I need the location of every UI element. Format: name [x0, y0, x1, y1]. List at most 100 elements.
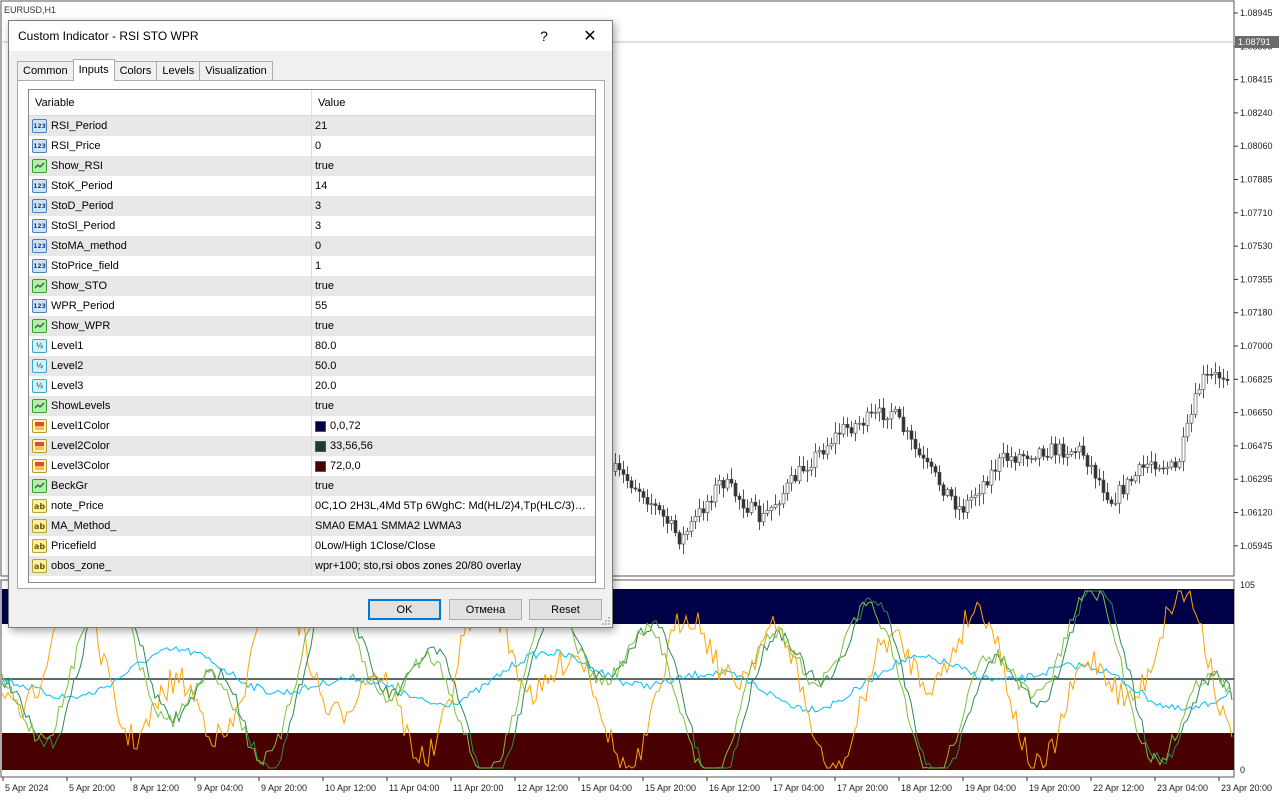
price-tick-label: 1.06825	[1240, 374, 1273, 384]
param-value-cell[interactable]: 55	[312, 296, 595, 316]
indicator-scale-top: 105	[1240, 580, 1255, 590]
time-tick-label: 5 Apr 20:00	[69, 783, 115, 793]
resize-grip-icon[interactable]	[601, 616, 611, 626]
param-value: 0,0,72	[330, 420, 361, 432]
param-value-cell[interactable]: 1	[312, 256, 595, 276]
param-row-rsi-price[interactable]: 123 RSI_Price 0	[29, 136, 595, 156]
price-tick-label: 1.08415	[1240, 75, 1273, 85]
param-value-cell[interactable]: 50.0	[312, 356, 595, 376]
reset-button[interactable]: Reset	[529, 599, 602, 620]
param-value: true	[315, 320, 334, 332]
param-name: RSI_Period	[51, 120, 108, 132]
param-variable-cell: ab obos_zone_	[29, 556, 312, 576]
param-row-beckgr[interactable]: BeckGr true	[29, 476, 595, 496]
param-value-cell[interactable]: 0C,1O 2H3L,4Md 5Tp 6WghC: Md(HL/2)4,Tp(H…	[312, 496, 595, 516]
time-tick-label: 18 Apr 12:00	[901, 783, 952, 793]
param-row-show-rsi[interactable]: Show_RSI true	[29, 156, 595, 176]
param-value-cell[interactable]: 3	[312, 216, 595, 236]
param-value-cell[interactable]: SMA0 EMA1 SMMA2 LWMA3	[312, 516, 595, 536]
param-value-cell[interactable]: 72,0,0	[312, 456, 595, 476]
tab-common[interactable]: Common	[17, 61, 74, 81]
param-row-note-price[interactable]: ab note_Price 0C,1O 2H3L,4Md 5Tp 6WghC: Md…	[29, 496, 595, 516]
param-value-cell[interactable]: 33,56,56	[312, 436, 595, 456]
param-value: 3	[315, 220, 322, 232]
param-row-stosl-period[interactable]: 123 StoSl_Period 3	[29, 216, 595, 236]
time-tick-label: 11 Apr 04:00	[389, 783, 439, 793]
symbol-label: EURUSD,H1	[4, 5, 56, 15]
param-value-cell[interactable]: true	[312, 316, 595, 336]
grid-header: Variable Value	[29, 90, 595, 116]
param-value-cell[interactable]: 0Low/High 1Close/Close	[312, 536, 595, 556]
cancel-button[interactable]: Отмена	[449, 599, 522, 620]
tab-levels[interactable]: Levels	[156, 61, 201, 81]
price-tick-label: 1.08240	[1240, 108, 1273, 118]
param-row-level1color[interactable]: Level1Color 0,0,72	[29, 416, 595, 436]
int-icon: 123	[32, 139, 47, 153]
tab-inputs[interactable]: Inputs	[72, 59, 115, 81]
param-value-cell[interactable]: true	[312, 476, 595, 496]
param-row-stoprice-field[interactable]: 123 StoPrice_field 1	[29, 256, 595, 276]
param-name: WPR_Period	[51, 300, 115, 312]
param-name: StoSl_Period	[51, 220, 116, 232]
param-row-pricefield[interactable]: ab Pricefield 0Low/High 1Close/Close	[29, 536, 595, 556]
param-name: StoK_Period	[51, 180, 113, 192]
param-value-cell[interactable]: 14	[312, 176, 595, 196]
param-row-level2color[interactable]: Level2Color 33,56,56	[29, 436, 595, 456]
param-value-cell[interactable]: wpr+100; sto,rsi obos zones 20/80 overla…	[312, 556, 595, 576]
string-icon: ab	[32, 519, 47, 533]
param-value-cell[interactable]: 3	[312, 196, 595, 216]
param-value-cell[interactable]: 0	[312, 136, 595, 156]
param-row-show-sto[interactable]: Show_STO true	[29, 276, 595, 296]
param-value-cell[interactable]: true	[312, 396, 595, 416]
param-row-stoma-method[interactable]: 123 StoMA_method 0	[29, 236, 595, 256]
param-value-cell[interactable]: true	[312, 156, 595, 176]
param-row-showlevels[interactable]: ShowLevels true	[29, 396, 595, 416]
param-row-show-wpr[interactable]: Show_WPR true	[29, 316, 595, 336]
price-tick-label: 1.07530	[1240, 241, 1273, 251]
param-variable-cell: Show_STO	[29, 276, 312, 296]
param-name: Level1	[51, 340, 84, 352]
price-tick-label: 1.06120	[1240, 508, 1273, 518]
param-row-level2[interactable]: ½ Level2 50.0	[29, 356, 595, 376]
time-tick-label: 12 Apr 12:00	[517, 783, 568, 793]
param-value: true	[315, 160, 334, 172]
column-header-variable[interactable]: Variable	[29, 90, 312, 115]
param-row-level1[interactable]: ½ Level1 80.0	[29, 336, 595, 356]
param-value-cell[interactable]: 80.0	[312, 336, 595, 356]
param-value: 72,0,0	[330, 460, 361, 472]
dialog-titlebar[interactable]: Custom Indicator - RSI STO WPR ? ✕	[9, 21, 612, 51]
param-row-level3color[interactable]: Level3Color 72,0,0	[29, 456, 595, 476]
param-value-cell[interactable]: 0,0,72	[312, 416, 595, 436]
param-row-obos-zone-[interactable]: ab obos_zone_ wpr+100; sto,rsi obos zones …	[29, 556, 595, 576]
double-icon: ½	[32, 359, 47, 373]
param-value-cell[interactable]: true	[312, 276, 595, 296]
bool-icon	[32, 479, 47, 493]
param-variable-cell: Level1Color	[29, 416, 312, 436]
param-row-ma-method-[interactable]: ab MA_Method_ SMA0 EMA1 SMMA2 LWMA3	[29, 516, 595, 536]
param-row-rsi-period[interactable]: 123 RSI_Period 21	[29, 116, 595, 136]
int-icon: 123	[32, 119, 47, 133]
param-row-wpr-period[interactable]: 123 WPR_Period 55	[29, 296, 595, 316]
int-icon: 123	[32, 299, 47, 313]
tab-visualization[interactable]: Visualization	[199, 61, 273, 81]
param-row-stok-period[interactable]: 123 StoK_Period 14	[29, 176, 595, 196]
help-button[interactable]: ?	[521, 21, 567, 51]
param-row-level3[interactable]: ½ Level3 20.0	[29, 376, 595, 396]
param-variable-cell: Level3Color	[29, 456, 312, 476]
param-value: 0	[315, 240, 322, 252]
double-icon: ½	[32, 379, 47, 393]
param-variable-cell: ½ Level1	[29, 336, 312, 356]
close-button[interactable]: ✕	[567, 21, 613, 51]
param-value-cell[interactable]: 0	[312, 236, 595, 256]
column-header-value[interactable]: Value	[312, 90, 345, 115]
double-icon: ½	[32, 339, 47, 353]
ok-button[interactable]: OK	[368, 599, 441, 620]
param-row-stod-period[interactable]: 123 StoD_Period 3	[29, 196, 595, 216]
param-name: StoPrice_field	[51, 260, 119, 272]
param-variable-cell: 123 StoK_Period	[29, 176, 312, 196]
param-value: 33,56,56	[330, 440, 373, 452]
param-value-cell[interactable]: 20.0	[312, 376, 595, 396]
tab-colors[interactable]: Colors	[113, 61, 158, 81]
param-value-cell[interactable]: 21	[312, 116, 595, 136]
time-tick-label: 17 Apr 04:00	[773, 783, 824, 793]
